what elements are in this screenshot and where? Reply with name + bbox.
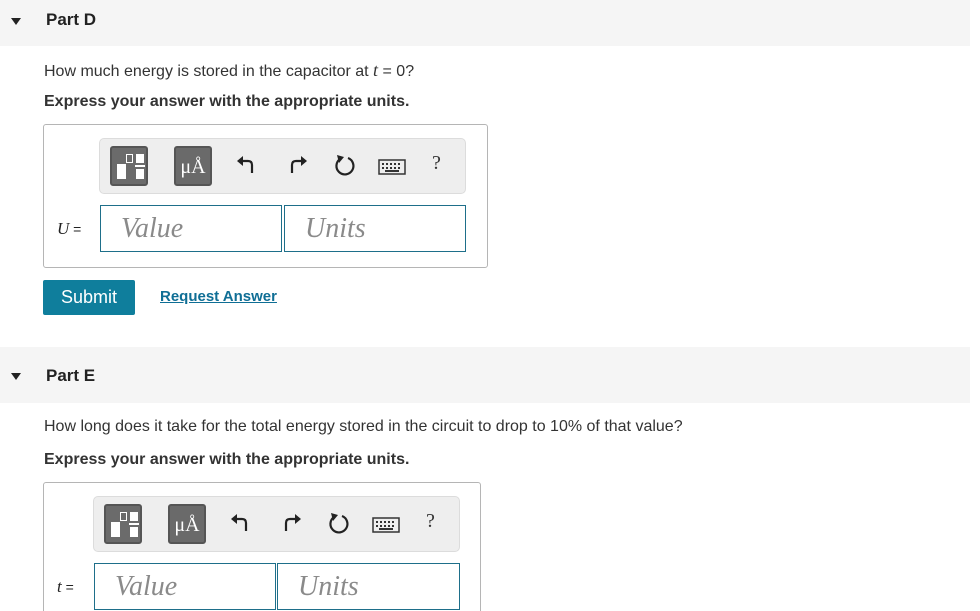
part-d-answer-box: μÅ ? U = xyxy=(43,124,488,268)
equals-sign: = xyxy=(61,579,74,595)
units-field[interactable] xyxy=(284,205,466,252)
units-field[interactable] xyxy=(277,563,460,610)
question-text-end: = 0? xyxy=(378,63,415,80)
part-e-header[interactable]: Part E xyxy=(0,347,970,403)
caret-down-icon[interactable] xyxy=(11,373,21,380)
question-text: How much energy is stored in the capacit… xyxy=(44,63,374,80)
caret-down-icon[interactable] xyxy=(11,18,21,25)
undo-icon[interactable] xyxy=(228,511,254,537)
variable-label: U = xyxy=(57,219,81,239)
templates-button[interactable] xyxy=(104,504,142,544)
request-answer-link[interactable]: Request Answer xyxy=(160,288,277,305)
keyboard-icon[interactable] xyxy=(372,517,400,533)
part-e-answer-box: μÅ ? t = xyxy=(43,482,481,611)
undo-icon[interactable] xyxy=(234,153,260,179)
reset-icon[interactable] xyxy=(326,511,352,537)
reset-icon[interactable] xyxy=(332,153,358,179)
math-toolbar: μÅ ? xyxy=(93,496,460,552)
equals-sign: = xyxy=(69,221,82,237)
value-input[interactable] xyxy=(101,206,281,251)
part-d-instruction: Express your answer with the appropriate… xyxy=(44,93,410,110)
part-d-question: How much energy is stored in the capacit… xyxy=(44,60,414,81)
help-icon[interactable]: ? xyxy=(426,510,435,533)
math-toolbar: μÅ ? xyxy=(99,138,466,194)
variable-label: t = xyxy=(57,577,74,597)
redo-icon[interactable] xyxy=(278,511,304,537)
part-e-question: How long does it take for the total ener… xyxy=(44,418,683,435)
part-e-instruction: Express your answer with the appropriate… xyxy=(44,451,410,468)
redo-icon[interactable] xyxy=(284,153,310,179)
units-button[interactable]: μÅ xyxy=(174,146,212,186)
templates-button[interactable] xyxy=(110,146,148,186)
part-e-title: Part E xyxy=(46,366,96,385)
part-d-header[interactable]: Part D xyxy=(0,0,970,46)
units-input[interactable] xyxy=(285,206,465,251)
help-icon[interactable]: ? xyxy=(432,152,441,175)
units-button[interactable]: μÅ xyxy=(168,504,206,544)
value-input[interactable] xyxy=(95,564,275,609)
variable-symbol: U xyxy=(57,219,70,238)
units-input[interactable] xyxy=(278,564,459,609)
part-d-title: Part D xyxy=(46,10,97,29)
value-field[interactable] xyxy=(100,205,282,252)
value-field[interactable] xyxy=(94,563,276,610)
keyboard-icon[interactable] xyxy=(378,159,406,175)
submit-button[interactable]: Submit xyxy=(43,280,135,315)
